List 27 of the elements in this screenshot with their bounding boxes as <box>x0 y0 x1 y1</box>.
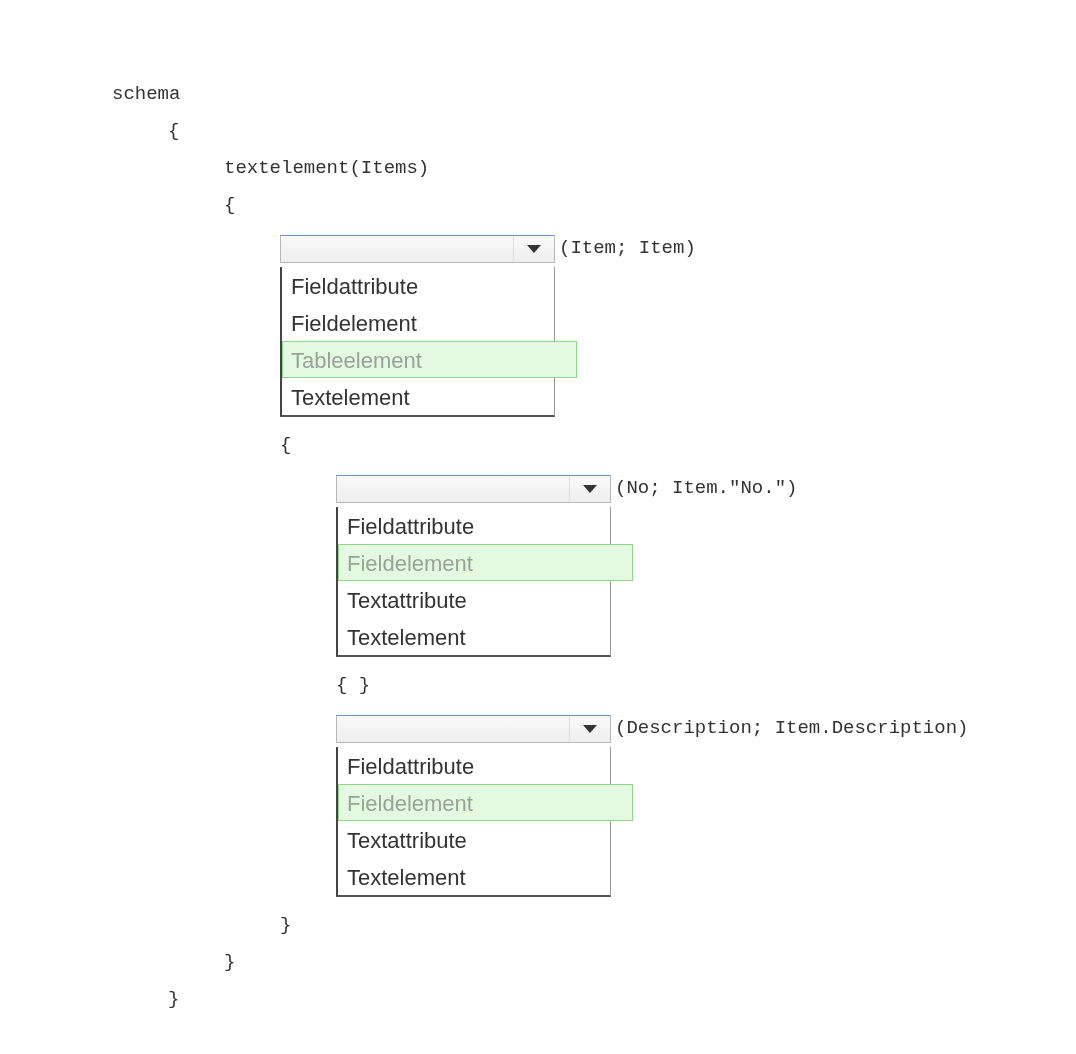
dropdown-option[interactable]: Fieldelement <box>282 304 554 341</box>
code-line: (No; Item."No.") <box>615 476 798 501</box>
dropdown-arrow-icon <box>526 243 542 254</box>
dropdown-arrow-icon <box>582 483 598 494</box>
code-line: textelement(Items) <box>224 156 430 181</box>
dropdown-field[interactable] <box>280 234 555 263</box>
code-line: (Item; Item) <box>559 236 696 261</box>
code-line: (Description; Item.Description) <box>615 716 969 741</box>
dropdown-option[interactable]: Textelement <box>338 618 610 655</box>
code-line: { <box>168 119 180 144</box>
dropdown-option[interactable]: Textelement <box>282 378 554 415</box>
code-line: } <box>280 913 292 938</box>
dropdown-option[interactable]: Textelement <box>338 858 610 895</box>
dropdown-option[interactable]: Textattribute <box>338 581 610 618</box>
dropdown-option[interactable]: Textattribute <box>338 821 610 858</box>
code-line: } <box>168 987 180 1012</box>
code-line: { <box>224 193 236 218</box>
dropdown-option[interactable]: Fieldattribute <box>338 507 610 544</box>
dropdown-field[interactable] <box>336 474 611 503</box>
code-line: { <box>280 433 292 458</box>
code-line: { } <box>336 673 371 698</box>
dropdown-arrow-icon <box>582 723 598 734</box>
code-line: schema <box>112 82 181 107</box>
dropdown-option[interactable]: Fieldattribute <box>338 747 610 784</box>
dropdown-field[interactable] <box>336 714 611 743</box>
dropdown-option[interactable]: Fieldattribute <box>282 267 554 304</box>
code-line: } <box>224 950 236 975</box>
